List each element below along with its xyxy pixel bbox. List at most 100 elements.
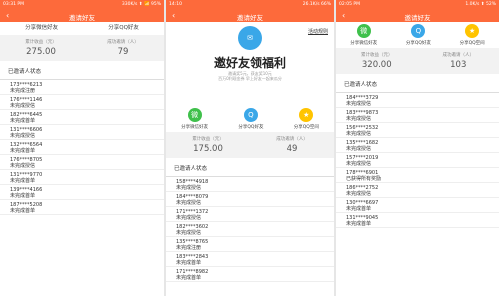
status: 未完成首单: [346, 206, 372, 212]
list-title: 已邀请人状态: [336, 74, 499, 93]
status-bar: 14:10 26.1K/s 66%: [166, 0, 334, 9]
status: 未完成授信: [176, 215, 202, 221]
list-item: 182****6445 未完成首单: [0, 110, 164, 125]
stats-panel: 累计收益（元） 320.00 成功邀请（人） 103: [336, 48, 499, 74]
status: 未完成首单: [10, 193, 36, 199]
stat-label: 累计收益（元）: [192, 137, 224, 142]
status-info: 1.0K/s ⬆ 52%: [465, 2, 496, 7]
nav-bar: ‹ 邀请好友: [336, 9, 499, 22]
screen-1: 03:31 PM 330K/s ⬆ 📶 95% ‹ 邀请好友 分享微信好友 分享…: [0, 0, 164, 296]
gift-logo-icon: ✉: [238, 26, 262, 50]
stat-value: 320.00: [361, 60, 392, 70]
status: 未完成授信: [176, 200, 202, 206]
list-item: 130****6697 未完成首单: [336, 198, 499, 213]
status: 未完成授信: [176, 230, 202, 236]
invitee-list: 158****4918 未完成授信 184****8079 未完成授信 171***…: [166, 177, 334, 282]
status: 未完成首单: [10, 178, 36, 184]
stat-value: 175.00: [193, 144, 223, 154]
status-time: 14:10: [169, 2, 182, 7]
share-wechat-button[interactable]: 微分享微信好友: [181, 108, 208, 130]
nav-bar: ‹ 邀请好友: [0, 9, 164, 22]
stat-label: 累计收益（元）: [25, 40, 57, 45]
list-item: 184****8079 未完成授信: [166, 192, 334, 207]
wechat-icon: 微: [187, 108, 202, 122]
share-label: 分享QQ空间: [459, 41, 485, 46]
status: 未完成首单: [10, 118, 36, 124]
list-item: 186****2752 未完成授信: [336, 183, 499, 198]
share-wechat-button[interactable]: 分享微信好友: [25, 24, 58, 33]
list-item: 135****1682 未完成授信: [336, 138, 499, 153]
share-qq-button[interactable]: Q 分享QQ好友: [238, 108, 263, 130]
status: 未完成授信: [346, 116, 372, 122]
status: 未完成授信: [346, 161, 372, 167]
status: 未完成授信: [346, 101, 372, 107]
stat-value: 103: [450, 60, 467, 70]
share-wechat-button[interactable]: 微分享微信好友: [350, 24, 377, 46]
status: 未完成授信: [176, 185, 202, 191]
list-title: 已邀请人状态: [166, 158, 334, 177]
share-icons: 微分享微信好友 Q 分享QQ好友 ★ 分享QQ空间: [336, 22, 499, 48]
list-item: 176****1146 未完成授信: [0, 95, 164, 110]
list-item: 158****4918 未完成授信: [166, 177, 334, 192]
share-label: 分享QQ好友: [238, 125, 264, 130]
status: 未完成授信: [10, 163, 36, 169]
list-item: 183****9873 未完成授信: [336, 108, 499, 123]
list-item: 132****6564 未完成首单: [0, 140, 164, 155]
list-item: 187****5208 未完成首单: [0, 200, 164, 215]
list-item: 131****9770 未完成首单: [0, 170, 164, 185]
screen-2: 14:10 26.1K/s 66% ‹ 邀请好友 活动规则 ✉ 邀好友领福利 邀…: [166, 0, 334, 296]
status: 已获得所有奖励: [346, 176, 382, 182]
status: 未完成注册: [176, 245, 202, 251]
page-title: 邀请好友: [237, 14, 263, 22]
total-earnings: 累计收益（元） 320.00: [336, 52, 418, 70]
stat-value: 79: [117, 47, 129, 57]
stat-value: 49: [286, 144, 298, 154]
status: 未完成首单: [346, 221, 372, 227]
hero-subtitle-2: 百万0利现金券 早上好友一起来瓜分: [218, 76, 282, 81]
screen-3: 02:05 PM 1.0K/s ⬆ 52% ‹ 邀请好友 微分享微信好友 Q 分享…: [336, 0, 499, 296]
share-label: 分享QQ空间: [293, 125, 319, 130]
stat-value: 275.00: [26, 47, 56, 57]
invitee-list: 184****3729 未完成授信 183****9873 未完成授信 156***…: [336, 93, 499, 228]
list-item: 171****1372 未完成授信: [166, 207, 334, 222]
list-item: 135****8765 未完成注册: [166, 237, 334, 252]
status-bar: 02:05 PM 1.0K/s ⬆ 52%: [336, 0, 499, 9]
qq-icon: Q: [243, 108, 258, 122]
share-qzone-button[interactable]: ★ 分享QQ空间: [294, 108, 319, 130]
status: 未完成注册: [10, 88, 36, 94]
total-earnings: 累计收益（元） 175.00: [166, 136, 250, 154]
share-qq-button[interactable]: 分享QQ好友: [108, 24, 139, 33]
list-item: 176****8705 未完成授信: [0, 155, 164, 170]
status: 未完成授信: [346, 131, 372, 137]
stat-label: 累计收益（元）: [361, 53, 393, 58]
stat-label: 成功邀请（人）: [442, 53, 475, 58]
invitee-list: 173****6213 未完成注册 176****1146 未完成授信 182***…: [0, 80, 164, 215]
list-item: 131****6606 未完成授信: [0, 125, 164, 140]
star-icon: ★: [465, 24, 480, 38]
wechat-icon: 微: [356, 24, 371, 38]
list-item: 184****3729 未完成授信: [336, 93, 499, 108]
status: 未完成首单: [10, 208, 36, 214]
rules-link[interactable]: 活动规则: [308, 28, 328, 35]
share-label: 分享微信好友: [350, 41, 378, 46]
list-item: 183****2843 未完成首单: [166, 252, 334, 267]
star-icon: ★: [299, 108, 314, 122]
stats-panel: 累计收益（元） 275.00 成功邀请（人） 79: [0, 35, 164, 61]
page-title: 邀请好友: [69, 14, 95, 22]
hero-title: 邀好友领福利: [213, 56, 286, 70]
list-item: 139****4166 未完成首单: [0, 185, 164, 200]
share-qzone-button[interactable]: ★ 分享QQ空间: [460, 24, 485, 46]
list-title: 已邀请人状态: [0, 61, 164, 80]
list-item: 156****2532 未完成授信: [336, 123, 499, 138]
share-icons: 微分享微信好友 Q 分享QQ好友 ★ 分享QQ空间: [166, 106, 334, 132]
invite-count: 成功邀请（人） 103: [418, 52, 499, 70]
status: 未完成授信: [10, 103, 36, 109]
invite-count: 成功邀请（人） 79: [82, 39, 164, 57]
share-qq-button[interactable]: Q 分享QQ好友: [406, 24, 431, 46]
stats-panel: 累计收益（元） 175.00 成功邀请（人） 49: [166, 132, 334, 158]
status: 未完成首单: [176, 275, 202, 281]
list-item: 182****3602 未完成授信: [166, 222, 334, 237]
list-item: 157****2019 未完成授信: [336, 153, 499, 168]
list-item: 171****8982 未完成首单: [166, 267, 334, 282]
list-item: 173****6213 未完成注册: [0, 80, 164, 95]
